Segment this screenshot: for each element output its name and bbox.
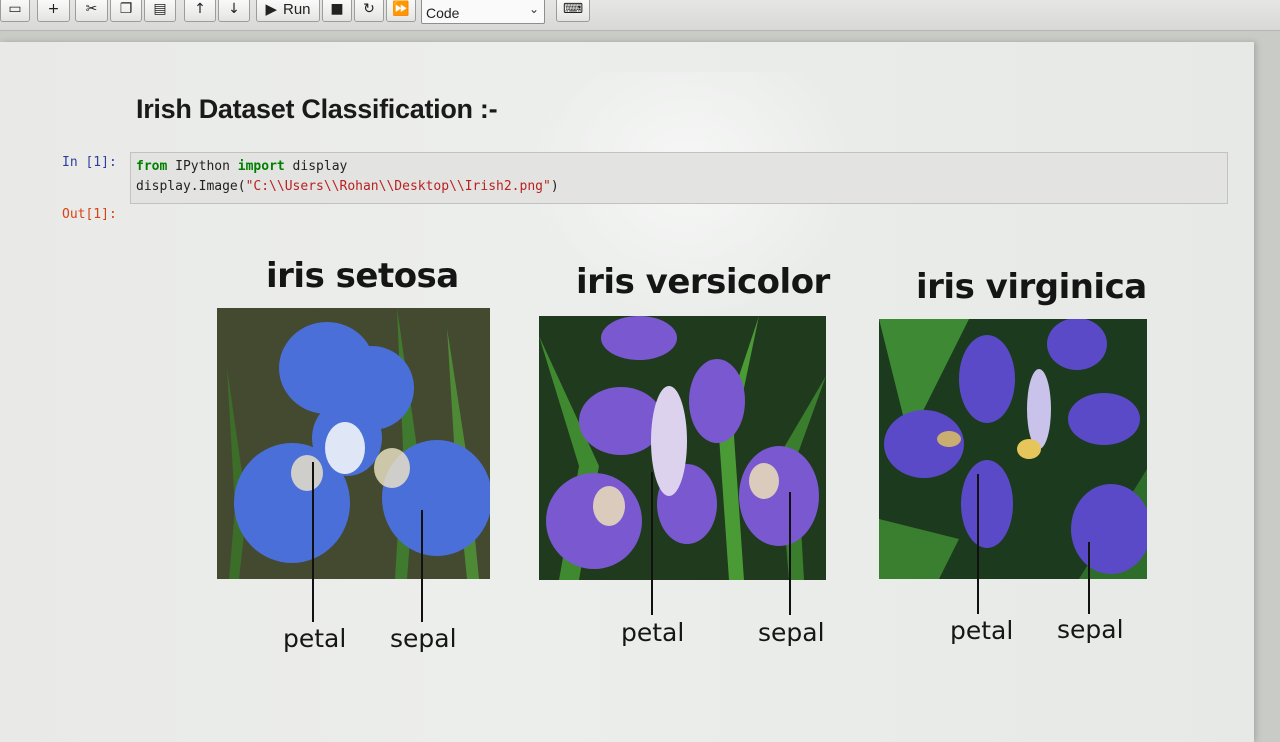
cell-type-select[interactable]: Code ⌄ xyxy=(421,0,545,24)
code-text: display.Image( xyxy=(136,179,246,194)
restart-button[interactable]: ↻ xyxy=(354,0,384,22)
sepal-leader-setosa xyxy=(421,510,423,622)
save-icon: ▭ xyxy=(8,1,22,17)
restart-run-all-button[interactable]: ⏩ xyxy=(386,0,416,22)
photo-setosa xyxy=(217,308,490,579)
flower-title-virginica: iris virginica xyxy=(916,267,1147,307)
run-icon: ▶ xyxy=(265,1,277,18)
add-cell-button[interactable]: + xyxy=(37,0,70,22)
input-prompt: In [1]: xyxy=(62,155,117,170)
code-cell-input[interactable]: from IPython import display display.Imag… xyxy=(130,152,1228,204)
move-up-icon: ↑ xyxy=(194,1,206,17)
petal-shape xyxy=(959,335,1015,423)
move-down-icon: ↓ xyxy=(228,1,240,17)
copy-button[interactable]: ❐ xyxy=(110,0,142,22)
code-string: "C:\\Users\\Rohan\\Desktop\\Irish2.png" xyxy=(245,179,551,194)
paste-button[interactable]: ▤ xyxy=(144,0,176,22)
petal-shape xyxy=(689,359,745,443)
move-up-button[interactable]: ↑ xyxy=(184,0,216,22)
flower-title-setosa: iris setosa xyxy=(266,256,459,296)
cell-type-value: Code xyxy=(426,5,460,21)
flower-title-versicolor: iris versicolor xyxy=(576,262,830,302)
petal-leader-virginica xyxy=(977,474,979,614)
add-cell-icon: + xyxy=(47,1,60,17)
move-down-button[interactable]: ↓ xyxy=(218,0,250,22)
run-label: Run xyxy=(283,0,311,18)
code-line-2: display.Image("C:\\Users\\Rohan\\Desktop… xyxy=(136,177,1227,197)
petal-label-setosa: petal xyxy=(283,624,347,653)
petal-shape xyxy=(546,473,642,569)
petal-leader-setosa xyxy=(312,462,314,622)
code-text: IPython xyxy=(167,159,238,174)
output-prompt: Out[1]: xyxy=(62,207,117,222)
keyboard-icon: ⌨ xyxy=(562,1,584,17)
chevron-down-icon: ⌄ xyxy=(528,2,539,16)
petal-shape xyxy=(739,446,819,546)
stop-button[interactable]: ■ xyxy=(322,0,352,22)
petal-shape xyxy=(1047,319,1107,370)
petal-label-virginica: petal xyxy=(950,616,1014,645)
copy-icon: ❐ xyxy=(119,1,133,17)
code-keyword: from xyxy=(136,159,168,174)
sepal-label-virginica: sepal xyxy=(1057,615,1124,644)
photo-versicolor xyxy=(539,316,826,580)
command-palette-button[interactable]: ⌨ xyxy=(556,0,590,22)
petal-shape xyxy=(601,316,677,360)
cut-icon: ✂ xyxy=(85,1,98,17)
petal-shape xyxy=(579,387,663,455)
photo-virginica xyxy=(879,319,1147,579)
petal-shape xyxy=(1068,393,1140,445)
sepal-leader-virginica xyxy=(1088,542,1090,614)
save-button[interactable]: ▭ xyxy=(0,0,30,22)
markdown-heading: Irish Dataset Classification :- xyxy=(136,94,498,124)
code-text: ) xyxy=(550,179,559,194)
petal-leader-versicolor xyxy=(651,472,653,615)
petal-label-versicolor: petal xyxy=(621,618,685,647)
cut-button[interactable]: ✂ xyxy=(75,0,108,22)
sepal-label-versicolor: sepal xyxy=(758,618,825,647)
run-button[interactable]: ▶ Run xyxy=(256,0,320,22)
sepal-label-setosa: sepal xyxy=(390,624,457,653)
code-text: display xyxy=(284,159,348,174)
restart-icon: ↻ xyxy=(363,1,375,17)
code-keyword: import xyxy=(237,159,285,174)
notebook-toolbar: ▭ + ✂ ❐ ▤ ↑ ↓ ▶ Run ■ ↻ ⏩ Code ⌄ ⌨ xyxy=(0,0,1280,31)
petal-shape xyxy=(961,460,1013,548)
fast-forward-icon: ⏩ xyxy=(392,1,410,17)
notebook-page: Irish Dataset Classification :- In [1]: … xyxy=(0,42,1254,742)
paste-icon: ▤ xyxy=(153,1,167,17)
code-line-1: from IPython import display xyxy=(136,157,1227,177)
stop-icon: ■ xyxy=(330,1,344,17)
sepal-leader-versicolor xyxy=(789,492,791,615)
